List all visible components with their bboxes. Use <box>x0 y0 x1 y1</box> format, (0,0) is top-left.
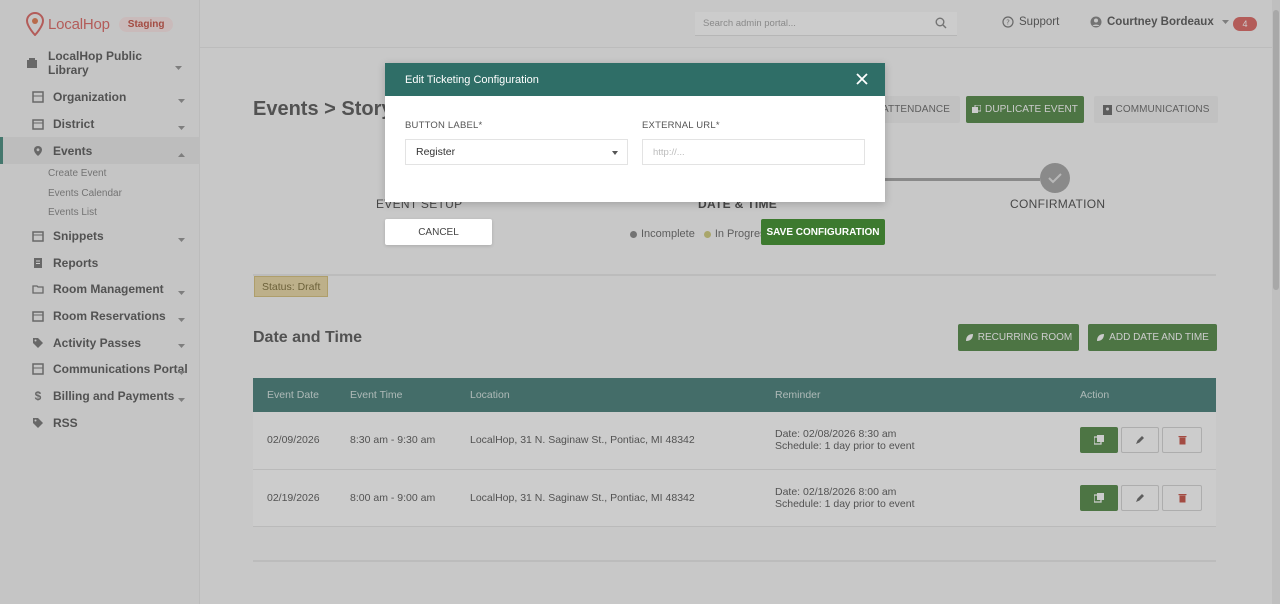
save-configuration-button[interactable]: SAVE CONFIGURATION <box>761 219 885 245</box>
modal-title: Edit Ticketing Configuration <box>405 73 539 86</box>
close-icon[interactable] <box>855 72 869 86</box>
ticketing-config-modal: Edit Ticketing Configuration BUTTON LABE… <box>385 63 885 202</box>
button-label-label: BUTTON LABEL* <box>405 120 483 131</box>
button-label-select[interactable]: Register <box>405 139 628 165</box>
cancel-button[interactable]: CANCEL <box>385 219 492 245</box>
external-url-input[interactable]: http://... <box>642 139 865 165</box>
external-url-placeholder: http://... <box>653 146 685 158</box>
button-label-value: Register <box>416 146 456 158</box>
caret-down-icon <box>612 151 618 155</box>
external-url-label: EXTERNAL URL* <box>642 120 720 131</box>
modal-header: Edit Ticketing Configuration <box>385 63 885 96</box>
